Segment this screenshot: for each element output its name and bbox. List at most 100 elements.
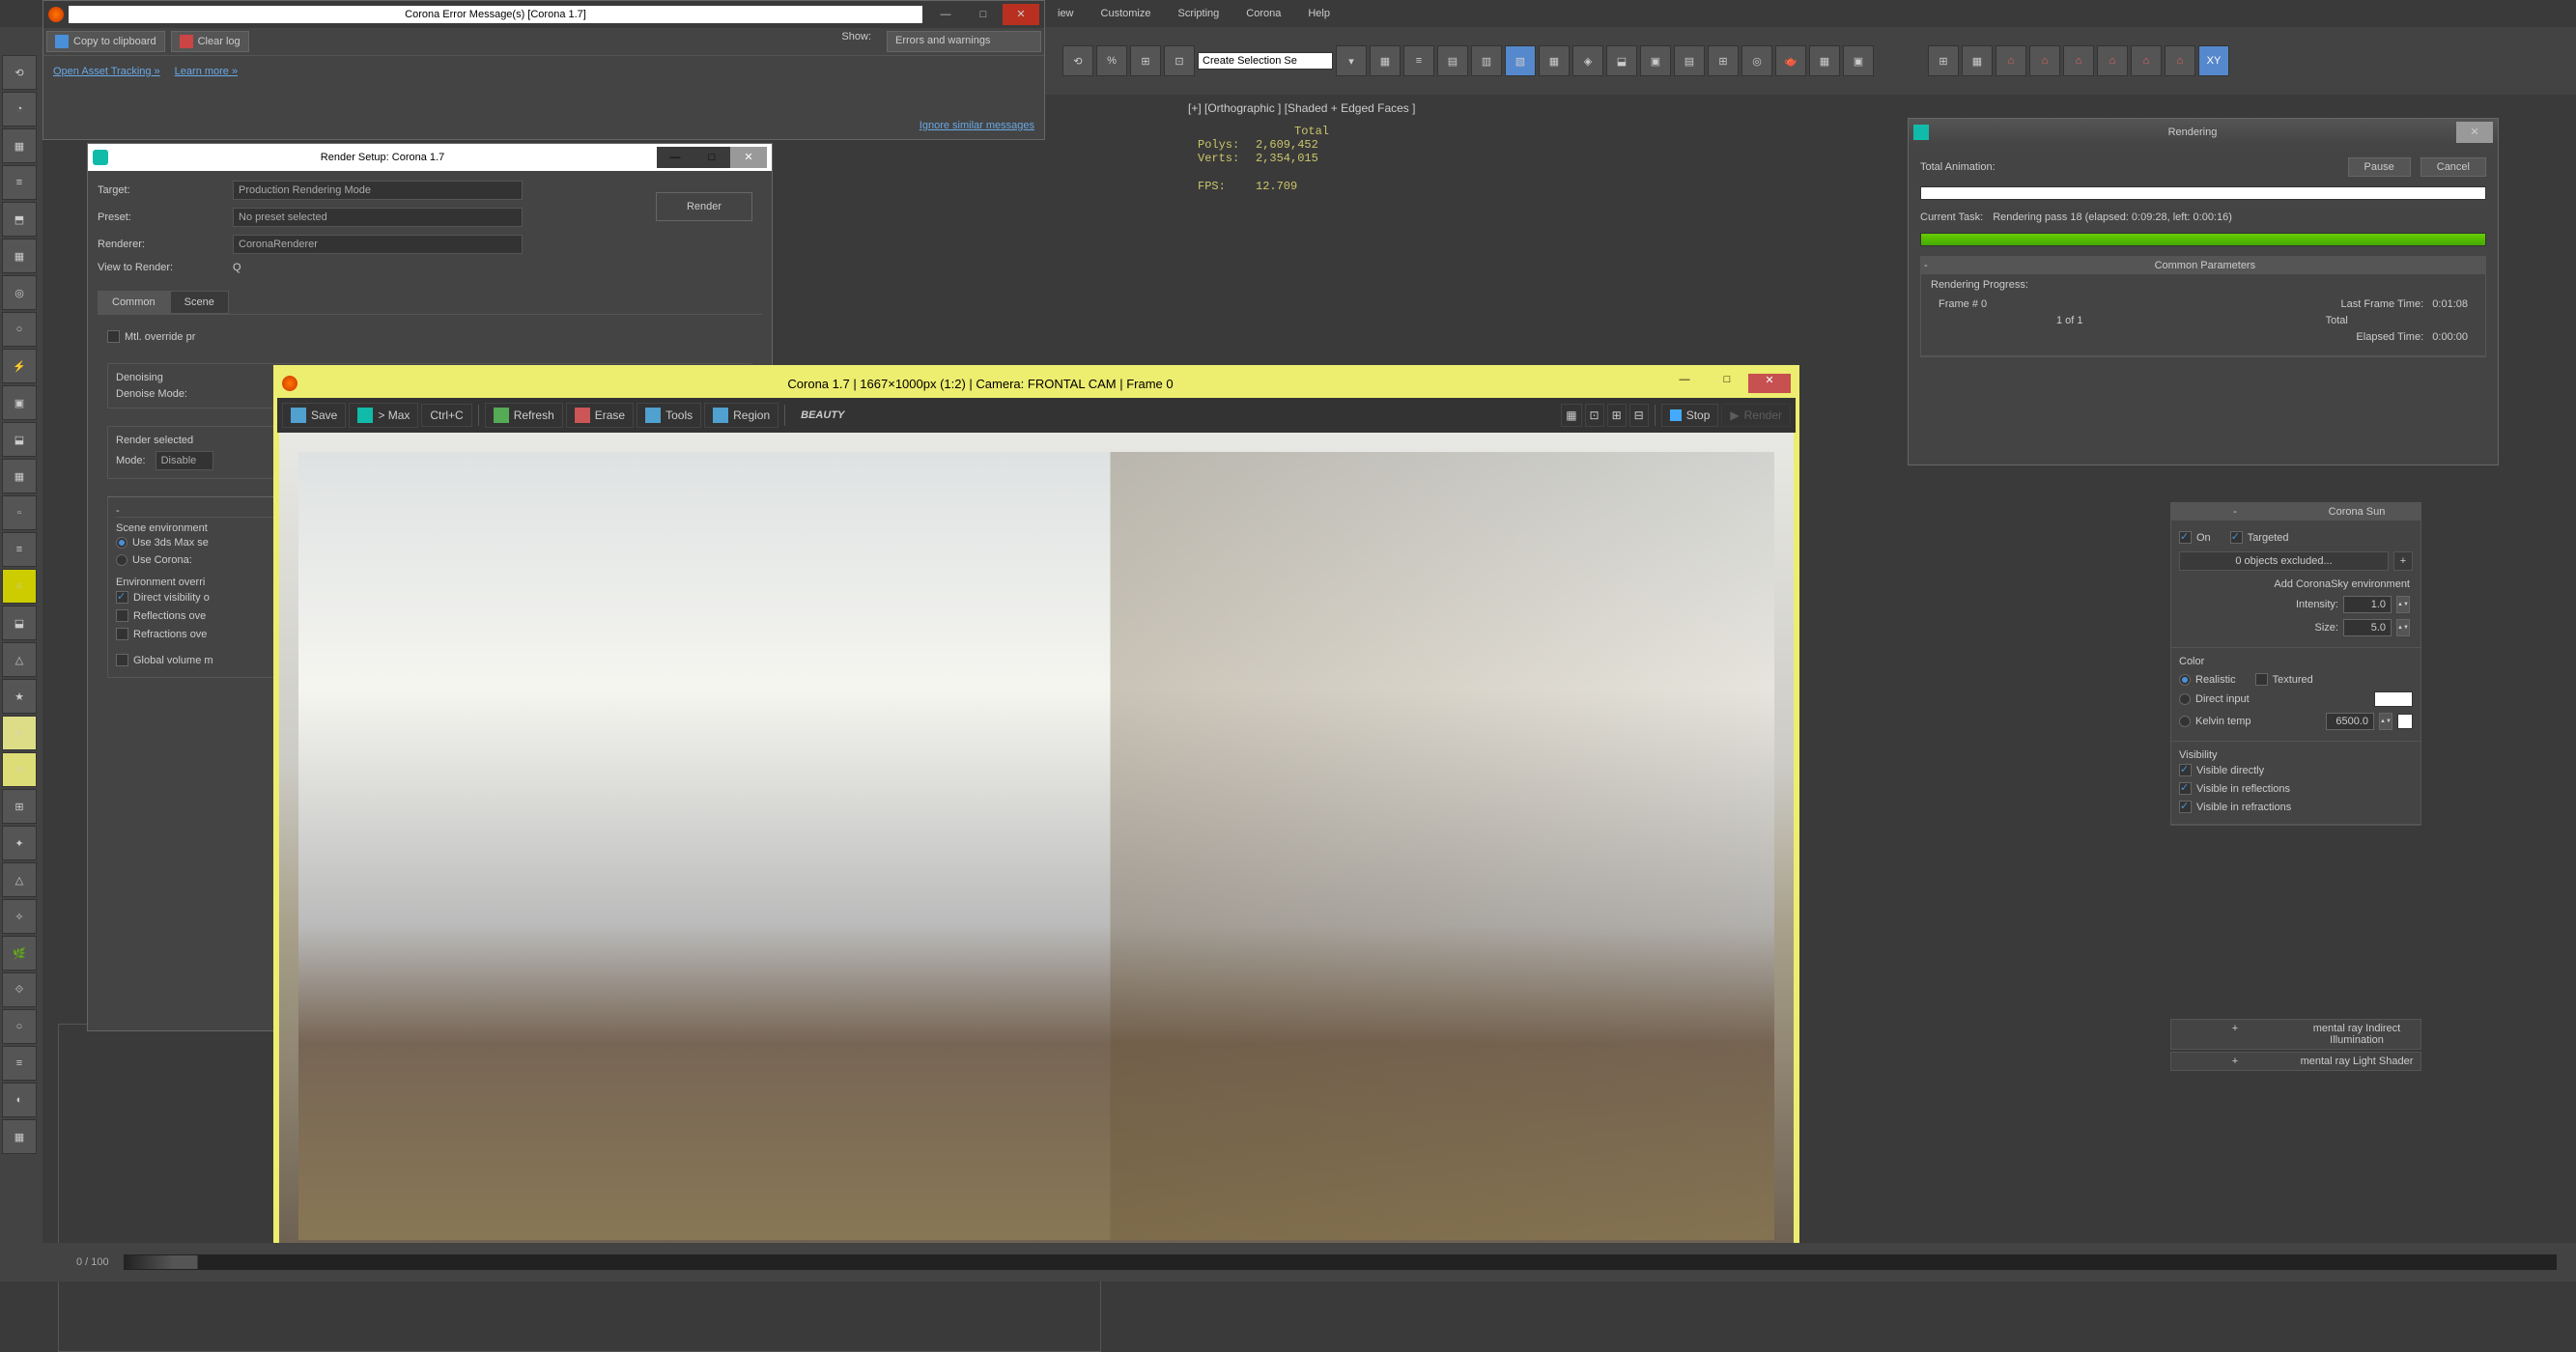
minimize-button[interactable]: — [1663, 374, 1706, 393]
textured-checkbox[interactable] [2255, 673, 2268, 686]
corona-sun-header[interactable]: -Corona Sun [2171, 503, 2420, 521]
objects-excluded-button[interactable]: 0 objects excluded... [2179, 551, 2389, 571]
intensity-spinner[interactable]: 1.0 [2343, 596, 2392, 613]
tool-icon[interactable]: ⟲ [1062, 45, 1093, 76]
color-swatch[interactable] [2374, 691, 2413, 707]
tab-scene[interactable]: Scene [170, 291, 229, 314]
kelvin-radio[interactable] [2179, 716, 2191, 727]
kelvin-swatch[interactable] [2397, 714, 2413, 729]
left-tool-icon[interactable]: ○ [2, 312, 37, 347]
left-tool-icon[interactable]: △ [2, 642, 37, 677]
ignore-similar-link[interactable]: Ignore similar messages [920, 120, 1034, 131]
beauty-label[interactable]: BEAUTY [791, 409, 854, 421]
zoom-button[interactable]: ⊞ [1607, 404, 1627, 427]
reflections-checkbox[interactable] [116, 609, 128, 622]
show-dropdown[interactable]: Errors and warnings [887, 31, 1041, 52]
left-tool-icon[interactable]: ▦ [2, 1119, 37, 1154]
left-tool-icon[interactable]: ○ [2, 569, 37, 604]
minimize-button[interactable]: — [927, 4, 964, 25]
tool-icon[interactable]: ▦ [1539, 45, 1570, 76]
left-tool-icon[interactable]: ✧ [2, 899, 37, 934]
zoom-button[interactable]: ⊡ [1585, 404, 1604, 427]
viewport-label[interactable]: [+] [Orthographic ] [Shaded + Edged Face… [1178, 97, 2576, 120]
left-tool-icon[interactable]: ≡ [2, 532, 37, 567]
tool-icon[interactable]: ≡ [1403, 45, 1434, 76]
save-button[interactable]: Save [282, 403, 346, 428]
snap-icon[interactable]: ⌂ [2029, 45, 2060, 76]
tab-common[interactable]: Common [98, 291, 170, 314]
left-tool-icon[interactable]: ◐ [2, 1083, 37, 1117]
snap-icon[interactable]: ⌂ [2131, 45, 2162, 76]
menu-customize[interactable]: Customize [1096, 4, 1156, 23]
tool-icon[interactable]: ⬓ [1606, 45, 1637, 76]
size-spinner[interactable]: 5.0 [2343, 619, 2392, 636]
snap-icon[interactable]: ⌂ [2165, 45, 2195, 76]
add-sky-label[interactable]: Add CoronaSky environment [2179, 576, 2413, 593]
open-asset-tracking-link[interactable]: Open Asset Tracking » [53, 66, 160, 77]
use-corona-radio[interactable] [116, 554, 127, 566]
mode-dropdown[interactable]: Disable [156, 451, 213, 470]
left-tool-icon[interactable]: ▦ [2, 459, 37, 493]
left-tool-icon[interactable]: ◎ [2, 275, 37, 310]
tool-icon[interactable]: ▤ [1437, 45, 1468, 76]
refractions-checkbox[interactable] [116, 628, 128, 640]
zoom-button[interactable]: ⊟ [1629, 404, 1649, 427]
left-tool-icon[interactable]: ≡ [2, 1046, 37, 1081]
tool-icon[interactable]: ▣ [1640, 45, 1671, 76]
snap-icon[interactable]: ⌂ [1996, 45, 2026, 76]
xy-icon[interactable]: XY [2198, 45, 2229, 76]
tool-icon[interactable]: ⊞ [1928, 45, 1959, 76]
targeted-checkbox[interactable] [2230, 531, 2243, 544]
minimize-button[interactable]: — [657, 147, 694, 168]
left-tool-icon[interactable]: ○ [2, 752, 37, 787]
left-tool-icon[interactable]: ▣ [2, 385, 37, 420]
direct-input-radio[interactable] [2179, 693, 2191, 705]
tool-icon[interactable]: % [1096, 45, 1127, 76]
timeline-slider[interactable] [124, 1254, 2557, 1270]
menu-scripting[interactable]: Scripting [1173, 4, 1224, 23]
tool-icon[interactable]: ▦ [1809, 45, 1840, 76]
tool-icon[interactable]: ◈ [1572, 45, 1603, 76]
left-tool-icon[interactable]: ★ [2, 679, 37, 714]
target-dropdown[interactable]: Production Rendering Mode [233, 181, 523, 200]
left-tool-icon[interactable]: △ [2, 862, 37, 897]
to-max-button[interactable]: > Max [349, 403, 418, 428]
maximize-button[interactable]: □ [1706, 374, 1748, 393]
direct-vis-checkbox[interactable] [116, 591, 128, 604]
kelvin-spinner[interactable]: 6500.0 [2326, 713, 2374, 730]
left-tool-icon[interactable]: ⬓ [2, 422, 37, 457]
left-tool-icon[interactable]: ▦ [2, 128, 37, 163]
left-tool-icon[interactable]: ○ [2, 716, 37, 750]
left-tool-icon[interactable]: ⬒ [2, 202, 37, 237]
rendering-titlebar[interactable]: Rendering ✕ [1909, 119, 2498, 146]
cancel-button[interactable]: Cancel [2420, 157, 2486, 177]
left-tool-icon[interactable]: ○ [2, 1009, 37, 1044]
menu-corona[interactable]: Corona [1241, 4, 1286, 23]
left-tool-icon[interactable]: ⟐ [2, 972, 37, 1007]
teapot-icon[interactable]: 🫖 [1775, 45, 1806, 76]
on-checkbox[interactable] [2179, 531, 2192, 544]
tool-icon[interactable]: ▦ [1962, 45, 1993, 76]
error-titlebar[interactable]: Corona Error Message(s) [Corona 1.7] — □… [43, 1, 1044, 28]
learn-more-link[interactable]: Learn more » [175, 66, 238, 77]
tools-button[interactable]: Tools [637, 403, 701, 428]
tool-icon[interactable]: ▥ [1471, 45, 1502, 76]
vis-directly-checkbox[interactable] [2179, 764, 2192, 776]
region-button[interactable]: Region [704, 403, 778, 428]
left-tool-icon[interactable]: ⟲ [2, 55, 37, 90]
renderer-dropdown[interactable]: CoronaRenderer [233, 235, 523, 254]
left-tool-icon[interactable]: ≡ [2, 165, 37, 200]
menu-help[interactable]: Help [1303, 4, 1335, 23]
selection-set-input[interactable] [1198, 52, 1333, 70]
left-tool-icon[interactable]: 🌿 [2, 936, 37, 971]
maximize-button[interactable]: □ [694, 147, 730, 168]
render-button[interactable]: ▶Render [1721, 404, 1791, 427]
stop-button[interactable]: Stop [1661, 404, 1719, 427]
left-tool-icon[interactable]: ◔ [2, 92, 37, 127]
tool-icon[interactable]: ⊞ [1708, 45, 1739, 76]
spinner-arrows[interactable]: ▲▼ [2396, 619, 2410, 636]
zoom-button[interactable]: ▦ [1561, 404, 1581, 427]
render-button[interactable]: Render [656, 192, 752, 221]
tool-icon[interactable]: ▣ [1843, 45, 1874, 76]
close-button[interactable]: ✕ [2456, 122, 2493, 143]
